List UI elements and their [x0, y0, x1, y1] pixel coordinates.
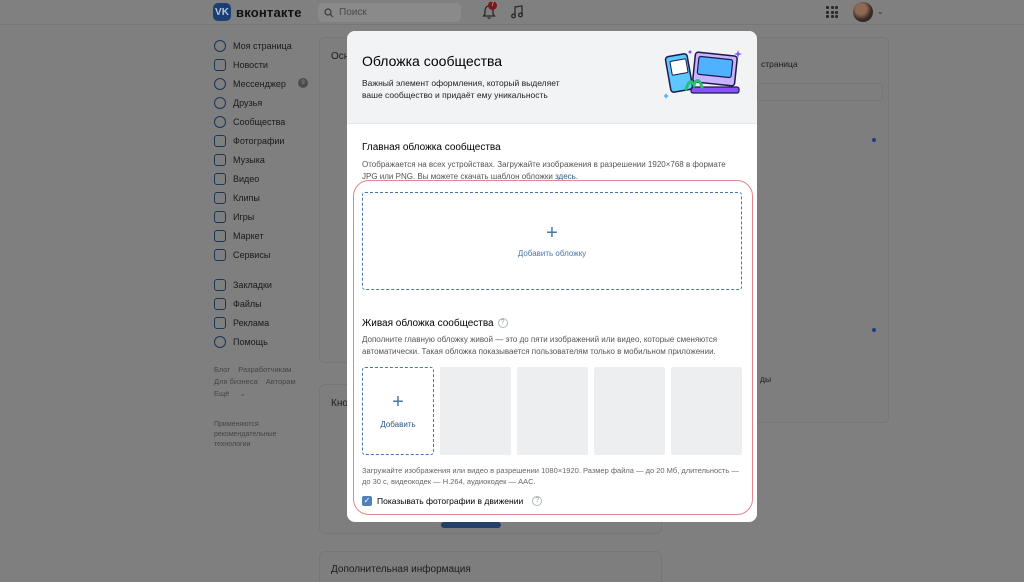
clips-icon — [214, 191, 226, 204]
messenger-badge: 9 — [298, 78, 308, 88]
bookmark-icon — [214, 278, 226, 291]
file-icon — [214, 297, 226, 310]
services-icon — [214, 248, 226, 261]
video-icon — [214, 172, 226, 185]
motion-photos-label: Показывать фотографии в движении — [377, 496, 524, 506]
sidebar-item-clips[interactable]: Клипы — [214, 188, 314, 207]
sidebar-item-friends[interactable]: Друзья — [214, 93, 314, 112]
live-cover-hint: Загружайте изображения или видео в разре… — [362, 466, 739, 486]
live-cover-slot — [517, 367, 588, 455]
add-cover-label: Добавить обложку — [517, 248, 587, 258]
sidebar-item-video[interactable]: Видео — [214, 169, 314, 188]
search-icon — [324, 7, 334, 17]
sidebar-footer: Блог Разработчикам Для бизнеса Авторам Ещё… — [214, 364, 314, 400]
bg-right-text: ды — [760, 374, 772, 384]
main-cover-description: Отображается на всех устройствах. Загруж… — [362, 160, 726, 181]
question-icon[interactable]: ? — [532, 496, 543, 506]
sidebar-item-games[interactable]: Игры — [214, 207, 314, 226]
live-cover-slots: + Добавить — [362, 367, 742, 457]
sidebar-item-messenger[interactable]: Мессенджер 9 — [214, 74, 314, 93]
template-link[interactable]: здесь — [555, 172, 576, 181]
music-note-icon[interactable] — [509, 4, 525, 20]
footer-link-blog[interactable]: Блог — [214, 365, 230, 374]
cover-illustration-icon — [664, 50, 742, 99]
photo-icon — [214, 134, 226, 147]
bg-right-item — [757, 83, 883, 101]
check-icon[interactable]: ✓ — [362, 496, 372, 506]
modal-header: Обложка сообщества Важный элемент оформл… — [347, 31, 757, 124]
live-cover-description: Дополните главную обложку живой — это до… — [362, 335, 718, 356]
sidebar-item-services[interactable]: Сервисы — [214, 245, 314, 264]
footer-link-more[interactable]: Ещё ⌄ — [214, 389, 246, 398]
live-cover-slot — [440, 367, 511, 455]
plus-icon: + — [546, 221, 558, 244]
avatar[interactable] — [853, 2, 873, 22]
bg-card-buttons-title: Кно — [331, 398, 348, 409]
message-icon — [214, 77, 226, 90]
sidebar-item-bookmarks[interactable]: Закладки — [214, 275, 314, 294]
add-cover-dropzone[interactable]: + Добавить обложку — [362, 192, 742, 290]
bg-dot-2 — [872, 328, 876, 332]
bg-right-title: страница — [761, 59, 798, 69]
footer-link-developers[interactable]: Разработчикам — [238, 365, 291, 374]
communities-icon — [214, 115, 226, 128]
search-input[interactable] — [339, 7, 449, 18]
footer-link-business[interactable]: Для бизнеса — [214, 377, 258, 386]
bg-dot-1 — [872, 138, 876, 142]
apps-grid-icon[interactable] — [826, 6, 838, 18]
sidebar-item-news[interactable]: Новости — [214, 55, 314, 74]
question-icon[interactable]: ? — [497, 318, 508, 329]
plus-icon: + — [392, 390, 404, 413]
sidebar-item-files[interactable]: Файлы — [214, 294, 314, 313]
sidebar-item-market[interactable]: Маркет — [214, 226, 314, 245]
sidebar-item-photos[interactable]: Фотографии — [214, 131, 314, 150]
main-cover-title: Главная обложка сообщества — [362, 142, 501, 153]
vk-logo[interactable]: VK вконтакте — [213, 3, 302, 21]
chevron-down-icon[interactable]: ⌄ — [877, 7, 884, 16]
notifications-badge: 7 — [488, 1, 497, 10]
vk-logo-text: вконтакте — [236, 4, 302, 20]
bg-save-button — [441, 522, 501, 528]
music-icon — [214, 153, 226, 166]
sidebar: Моя страница Новости Мессенджер 9 Друзья … — [214, 36, 314, 351]
motion-photos-toggle[interactable]: ✓ Показывать фотографии в движении ? — [362, 496, 543, 506]
sidebar-item-ads[interactable]: Реклама — [214, 313, 314, 332]
live-cover-title: Живая обложка сообщества? — [362, 318, 508, 329]
sidebar-divider — [214, 264, 314, 275]
help-icon — [214, 335, 226, 348]
ads-icon — [214, 316, 226, 329]
friends-icon — [214, 96, 226, 109]
add-live-cover-label: Добавить — [380, 419, 416, 429]
add-live-cover-button[interactable]: + Добавить — [362, 367, 434, 455]
live-cover-slot — [594, 367, 665, 455]
market-icon — [214, 229, 226, 242]
news-icon — [214, 58, 226, 71]
sidebar-item-music[interactable]: Музыка — [214, 150, 314, 169]
modal-description: Важный элемент оформления, который выдел… — [362, 78, 560, 100]
games-icon — [214, 210, 226, 223]
footer-link-authors[interactable]: Авторам — [266, 377, 296, 386]
search-box[interactable] — [318, 3, 461, 22]
modal-title: Обложка сообщества — [362, 53, 503, 69]
user-icon — [214, 39, 226, 52]
top-bar: VK вконтакте 7 ⌄ — [0, 0, 1024, 25]
cover-modal: Обложка сообщества Важный элемент оформл… — [347, 31, 757, 522]
bg-card-additional-title: Дополнительная информация — [331, 564, 471, 575]
recommendation-note: Применяются рекомендательные технологии — [214, 421, 277, 448]
sidebar-item-communities[interactable]: Сообщества — [214, 112, 314, 131]
vk-logo-icon: VK — [213, 3, 231, 21]
sidebar-item-help[interactable]: Помощь — [214, 332, 314, 351]
live-cover-slot — [671, 367, 742, 455]
sidebar-item-my-page[interactable]: Моя страница — [214, 36, 314, 55]
